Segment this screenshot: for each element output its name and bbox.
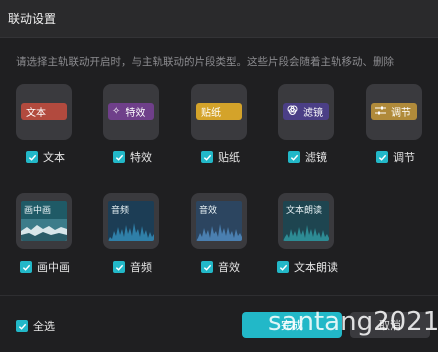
cancel-button[interactable]: 取消 — [350, 312, 430, 338]
checkbox-adjust-label: 调节 — [393, 151, 415, 164]
footer-divider — [0, 295, 438, 296]
checkbox-checked-icon — [376, 151, 388, 163]
checkbox-sticker-label: 贴纸 — [218, 151, 240, 164]
text-to-speech-thumbnail: 文本朗读 — [283, 201, 329, 241]
linkage-settings-dialog: 联动设置 请选择主轨联动开启时，与主轨联动的片段类型。这些片段会随着主轨移动、删… — [0, 0, 438, 352]
checkbox-effects-label: 特效 — [130, 151, 152, 164]
adjust-icon — [375, 106, 386, 118]
checkbox-sticker[interactable]: 贴纸 — [201, 149, 240, 165]
text-pill: 文本 — [21, 103, 67, 120]
done-button[interactable]: 完成 — [242, 312, 342, 338]
effects-pill: ✧ 特效 — [108, 103, 154, 120]
checkbox-checked-icon — [26, 151, 38, 163]
checkbox-checked-icon — [113, 151, 125, 163]
tile-sticker-label: 贴纸 — [201, 108, 221, 119]
tile-pip-label: 画中画 — [24, 206, 52, 216]
dialog-header: 联动设置 — [0, 0, 438, 38]
tile-filter-label: 滤镜 — [303, 108, 323, 119]
audio-thumbnail: 音频 — [108, 201, 154, 241]
tile-sticker[interactable]: 贴纸 — [191, 84, 247, 140]
tile-text-to-speech-label: 文本朗读 — [286, 206, 323, 216]
landscape-image-icon — [21, 219, 67, 241]
waveform-icon — [283, 225, 329, 241]
checkbox-sound-effects-label: 音效 — [218, 261, 240, 274]
select-all-checkbox[interactable]: 全选 — [16, 318, 55, 334]
waveform-icon — [108, 223, 154, 241]
checkbox-text-to-speech-label: 文本朗读 — [294, 261, 338, 274]
checkbox-pip[interactable]: 画中画 — [20, 259, 70, 275]
tile-text-label: 文本 — [26, 108, 46, 119]
checkbox-adjust[interactable]: 调节 — [376, 149, 415, 165]
tile-text[interactable]: 文本 — [16, 84, 72, 140]
tile-pip[interactable]: 画中画 — [16, 193, 72, 249]
tile-audio-label: 音频 — [111, 206, 130, 216]
checkbox-checked-icon — [16, 320, 28, 332]
checkbox-sound-effects[interactable]: 音效 — [201, 259, 240, 275]
checkbox-checked-icon — [113, 261, 125, 273]
tile-sound-effects-label: 音效 — [199, 206, 218, 216]
checkbox-effects[interactable]: 特效 — [113, 149, 152, 165]
filter-pill: 滤镜 — [283, 103, 329, 120]
checkbox-checked-icon — [20, 261, 32, 273]
tile-adjust[interactable]: 调节 — [366, 84, 422, 140]
tile-text-to-speech[interactable]: 文本朗读 — [278, 193, 334, 249]
checkbox-audio-label: 音频 — [130, 261, 152, 274]
checkbox-checked-icon — [288, 151, 300, 163]
tile-adjust-label: 调节 — [391, 108, 411, 119]
checkbox-checked-icon — [201, 151, 213, 163]
adjust-pill: 调节 — [371, 103, 417, 120]
waveform-icon — [196, 224, 242, 241]
checkbox-text-label: 文本 — [43, 151, 65, 164]
checkbox-pip-label: 画中画 — [37, 261, 70, 274]
checkbox-filter-label: 滤镜 — [305, 151, 327, 164]
select-all-label: 全选 — [33, 320, 55, 333]
checkbox-text-to-speech[interactable]: 文本朗读 — [277, 259, 338, 275]
checkbox-text[interactable]: 文本 — [26, 149, 65, 165]
sticker-pill: 贴纸 — [196, 103, 242, 120]
tile-filter[interactable]: 滤镜 — [278, 84, 334, 140]
tile-audio[interactable]: 音频 — [103, 193, 159, 249]
filter-icon — [287, 105, 298, 118]
tile-effects[interactable]: ✧ 特效 — [103, 84, 159, 140]
sparkle-icon: ✧ — [112, 106, 121, 117]
tile-sound-effects[interactable]: 音效 — [191, 193, 247, 249]
sound-effects-thumbnail: 音效 — [196, 201, 242, 241]
checkbox-checked-icon — [201, 261, 213, 273]
checkbox-filter[interactable]: 滤镜 — [288, 149, 327, 165]
checkbox-audio[interactable]: 音频 — [113, 259, 152, 275]
checkbox-checked-icon — [277, 261, 289, 273]
dialog-description: 请选择主轨联动开启时，与主轨联动的片段类型。这些片段会随着主轨移动、删除 — [16, 56, 394, 68]
pip-thumbnail: 画中画 — [21, 201, 67, 241]
dialog-title: 联动设置 — [8, 12, 57, 26]
tile-effects-label: 特效 — [125, 108, 146, 119]
